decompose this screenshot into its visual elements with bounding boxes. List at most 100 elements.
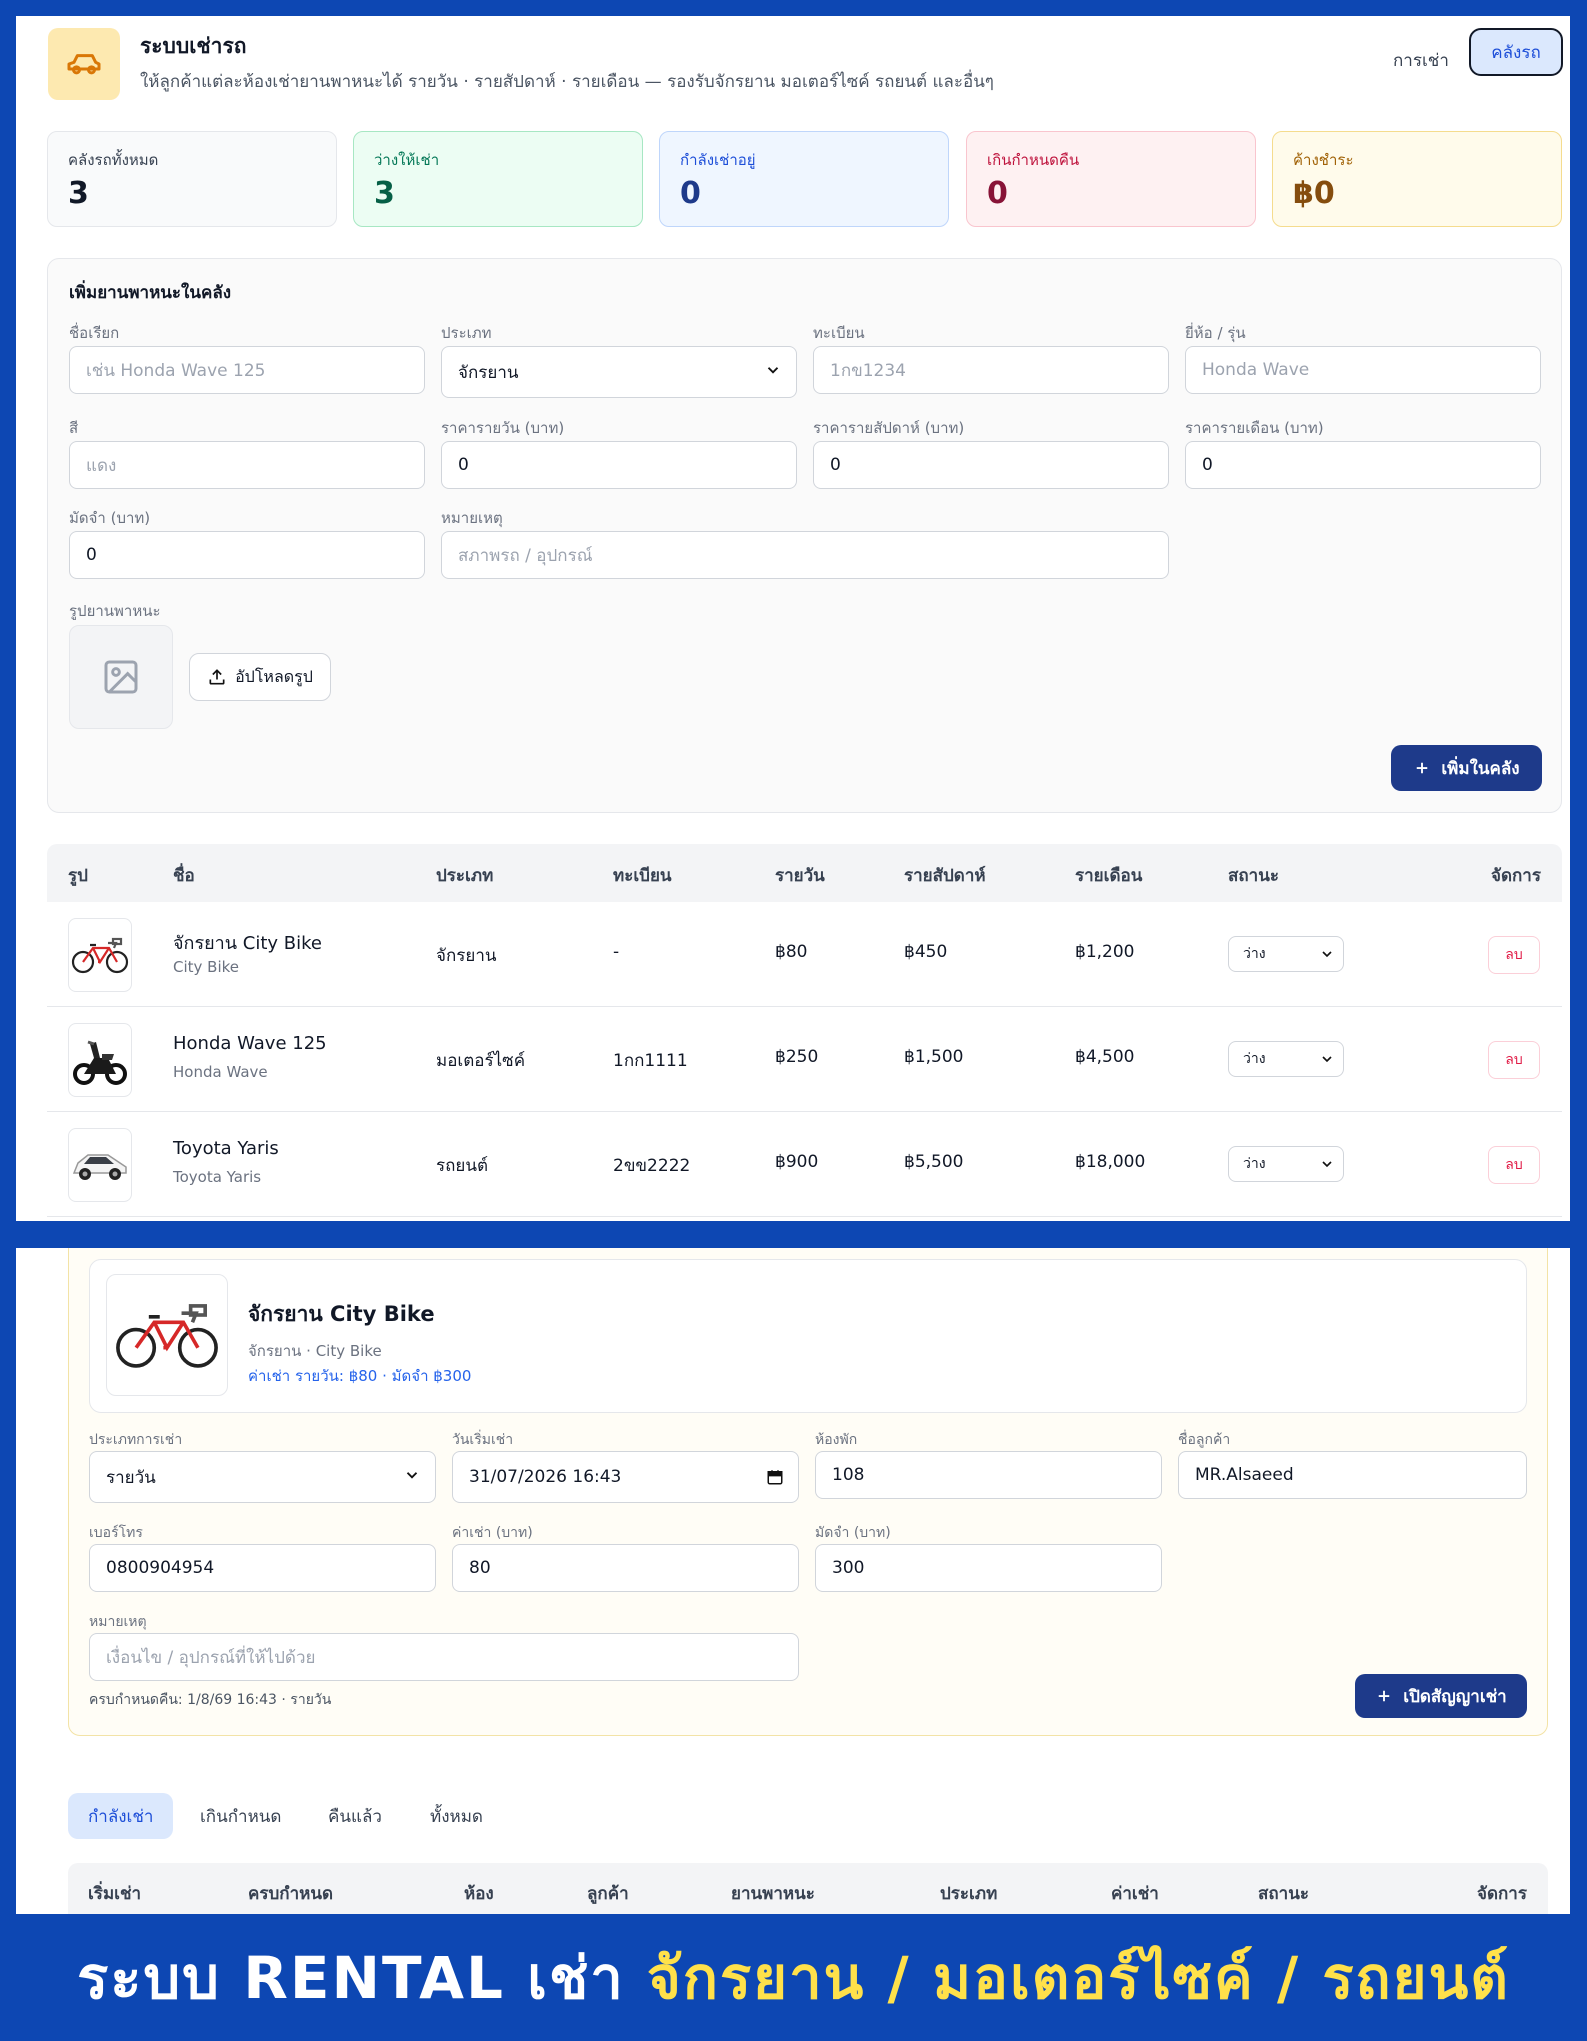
- room-label: ห้องพัก: [815, 1432, 858, 1448]
- col-monthly: รายเดือน: [1075, 866, 1143, 886]
- fee-label: ค่าเช่า (บาท): [452, 1525, 533, 1541]
- vehicle-monthly: ฿18,000: [1075, 1152, 1146, 1172]
- status-value: ว่าง: [1243, 1051, 1266, 1067]
- vehicle-table: รูป ชื่อ ประเภท ทะเบียน รายวัน รายสัปดาห…: [47, 844, 1562, 1217]
- stat-available: ว่างให้เช่า 3: [353, 131, 643, 227]
- start-date-value: 31/07/2026 16:43: [469, 1467, 622, 1487]
- phone-input[interactable]: 0800904954: [89, 1544, 436, 1592]
- start-date-input[interactable]: 31/07/2026 16:43: [452, 1451, 799, 1503]
- add-to-inventory-button[interactable]: เพิ่มในคลัง: [1391, 745, 1542, 791]
- open-contract-label: เปิดสัญญาเช่า: [1403, 1686, 1507, 1707]
- stat-value: 0: [987, 176, 1008, 211]
- vehicle-name: Toyota Yaris: [173, 1138, 279, 1159]
- daily-price-input[interactable]: 0: [441, 441, 797, 489]
- chevron-down-icon: [1322, 1161, 1332, 1168]
- rental-note-input[interactable]: เงื่อนไข / อุปกรณ์ที่ให้ไปด้วย: [89, 1633, 799, 1681]
- color-label: สี: [69, 419, 79, 437]
- rental-note-label: หมายเหตุ: [89, 1614, 147, 1630]
- rent-type-select[interactable]: รายวัน: [89, 1451, 436, 1503]
- tab-all[interactable]: ทั้งหมด: [410, 1793, 503, 1839]
- vehicle-name: จักรยาน City Bike: [173, 933, 323, 954]
- vehicle-weekly: ฿1,500: [904, 1047, 964, 1067]
- vehicle-type: มอเตอร์ไซค์: [436, 1051, 526, 1071]
- vehicle-thumb: [68, 1128, 132, 1202]
- delete-button[interactable]: ลบ: [1488, 1041, 1540, 1079]
- room-input[interactable]: 108: [815, 1451, 1162, 1499]
- upload-label: อัปโหลดรูป: [235, 666, 313, 686]
- customer-input[interactable]: MR.Alsaeed: [1178, 1451, 1527, 1499]
- chevron-down-icon: [406, 1472, 418, 1479]
- selected-vehicle-price: ค่าเช่า รายวัน: ฿80 · มัดจำ ฿300: [248, 1367, 472, 1385]
- col-plate: ทะเบียน: [613, 866, 672, 886]
- vehicle-plate: 1กก1111: [613, 1051, 688, 1071]
- col-name: ชื่อ: [173, 866, 195, 886]
- selected-vehicle-meta: จักรยาน · City Bike: [248, 1342, 382, 1360]
- nav-warehouse-button[interactable]: คลังรถ: [1469, 28, 1563, 76]
- vehicle-type: จักรยาน: [436, 946, 497, 966]
- delete-button[interactable]: ลบ: [1488, 936, 1540, 974]
- start-date-label: วันเริ่มเช่า: [452, 1432, 514, 1448]
- vehicle-daily: ฿900: [775, 1152, 819, 1172]
- col-action: จัดการ: [1491, 866, 1541, 886]
- promo-banner: ระบบ RENTAL เช่า จักรยาน / มอเตอร์ไซค์ /…: [0, 1914, 1587, 2041]
- note-input[interactable]: สภาพรถ / อุปกรณ์: [441, 531, 1169, 579]
- nav-rental-button[interactable]: การเช่า: [1377, 38, 1465, 82]
- status-value: ว่าง: [1243, 1156, 1266, 1172]
- col-start: เริ่มเช่า: [88, 1884, 142, 1904]
- tab-returned[interactable]: คืนแล้ว: [308, 1793, 402, 1839]
- col-daily: รายวัน: [775, 866, 825, 886]
- weekly-price-label: ราคารายสัปดาห์ (บาท): [813, 419, 965, 437]
- col-status: สถานะ: [1228, 866, 1279, 886]
- upload-image-button[interactable]: อัปโหลดรูป: [189, 653, 331, 701]
- type-select[interactable]: จักรยาน: [441, 346, 797, 398]
- vehicle-thumb: [68, 1023, 132, 1097]
- brand-label: ยี่ห้อ / รุ่น: [1185, 324, 1246, 342]
- deposit-input[interactable]: 0: [69, 531, 425, 579]
- brand-input[interactable]: Honda Wave: [1185, 346, 1541, 394]
- color-input[interactable]: แดง: [69, 441, 425, 489]
- open-contract-button[interactable]: เปิดสัญญาเช่า: [1355, 1674, 1527, 1718]
- vehicle-model: Toyota Yaris: [173, 1168, 262, 1186]
- monthly-price-input[interactable]: 0: [1185, 441, 1541, 489]
- col-rental-status: สถานะ: [1258, 1884, 1309, 1904]
- bicycle-icon: [71, 937, 129, 974]
- bicycle-icon: [116, 1304, 218, 1368]
- vehicle-plate: -: [613, 942, 620, 962]
- status-select[interactable]: ว่าง: [1228, 1146, 1344, 1182]
- fee-input[interactable]: 80: [452, 1544, 799, 1592]
- table-row: จักรยาน City Bike City Bike จักรยาน - ฿8…: [47, 902, 1562, 1007]
- table-row: Honda Wave 125 Honda Wave มอเตอร์ไซค์ 1ก…: [47, 1007, 1562, 1112]
- add-vehicle-form: เพิ่มยานพาหนะในคลัง ชื่อเรียก เช่น Honda…: [47, 258, 1562, 813]
- delete-button[interactable]: ลบ: [1488, 1146, 1540, 1184]
- col-weekly: รายสัปดาห์: [904, 866, 986, 886]
- status-select[interactable]: ว่าง: [1228, 936, 1344, 972]
- col-fee: ค่าเช่า: [1111, 1884, 1159, 1904]
- rental-deposit-input[interactable]: 300: [815, 1544, 1162, 1592]
- stat-value: 0: [680, 176, 701, 211]
- vehicle-name: Honda Wave 125: [173, 1033, 327, 1054]
- tab-renting[interactable]: กำลังเช่า: [68, 1793, 174, 1839]
- chevron-down-icon: [1322, 1056, 1332, 1063]
- status-select[interactable]: ว่าง: [1228, 1041, 1344, 1077]
- stat-total: คลังรถทั้งหมด 3: [47, 131, 337, 227]
- car-photo-icon: [72, 1154, 127, 1180]
- plate-input[interactable]: 1กข1234: [813, 346, 1169, 394]
- customer-label: ชื่อลูกค้า: [1178, 1432, 1231, 1448]
- col-vehicle: ยานพาหนะ: [731, 1884, 815, 1904]
- rent-type-label: ประเภทการเช่า: [89, 1432, 183, 1448]
- stat-outstanding: ค้างชำระ ฿0: [1272, 131, 1562, 227]
- car-icon: [67, 54, 101, 75]
- tab-overdue[interactable]: เกินกำหนด: [180, 1793, 301, 1839]
- vehicle-plate: 2ขข2222: [613, 1156, 691, 1176]
- weekly-price-input[interactable]: 0: [813, 441, 1169, 489]
- phone-label: เบอร์โทร: [89, 1525, 143, 1541]
- daily-price-label: ราคารายวัน (บาท): [441, 419, 565, 437]
- note-label: หมายเหตุ: [441, 509, 503, 527]
- calendar-icon[interactable]: [766, 1468, 784, 1486]
- plus-icon: [1379, 1690, 1390, 1702]
- table-header: รูป ชื่อ ประเภท ทะเบียน รายวัน รายสัปดาห…: [47, 844, 1562, 902]
- stat-label: ว่างให้เช่า: [374, 151, 440, 169]
- stat-label: คลังรถทั้งหมด: [68, 151, 159, 169]
- name-input[interactable]: เช่น Honda Wave 125: [69, 346, 425, 394]
- col-rent-type: ประเภท: [940, 1884, 998, 1904]
